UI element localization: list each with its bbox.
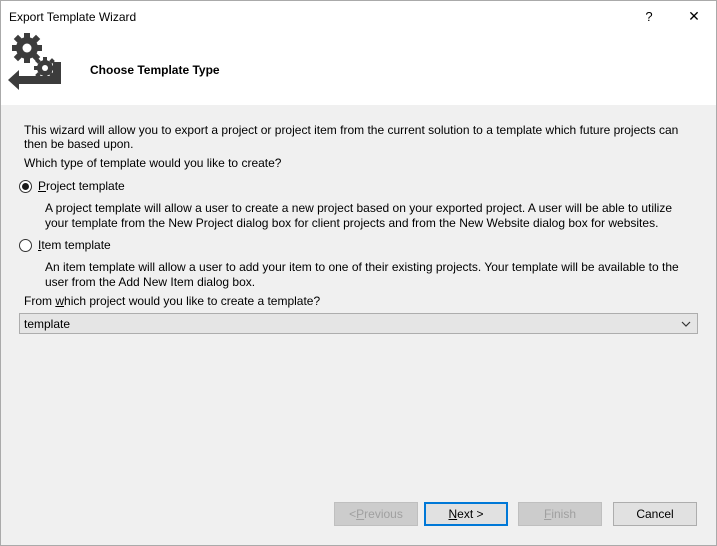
export-template-wizard-window: Export Template Wizard ? ✕ Choose Templa… [0, 0, 717, 546]
close-icon: ✕ [688, 8, 700, 24]
project-template-description-2: your template from the New Project dialo… [45, 216, 659, 230]
page-title: Choose Template Type [90, 63, 220, 77]
close-button[interactable]: ✕ [672, 1, 716, 32]
project-select-dropdown[interactable]: template [19, 313, 698, 334]
project-select-value: template [24, 317, 71, 331]
chevron-down-icon [681, 321, 691, 327]
window-title: Export Template Wizard [9, 10, 137, 24]
wizard-content: This wizard will allow you to export a p… [1, 105, 716, 545]
project-select-label: From which project would you like to cre… [24, 294, 321, 308]
previous-button[interactable]: < Previous [334, 502, 418, 526]
next-button[interactable]: Next > [424, 502, 508, 526]
finish-button[interactable]: Finish [518, 502, 602, 526]
radio-indicator-item[interactable] [19, 238, 32, 252]
project-template-radio[interactable]: Project template [19, 179, 125, 193]
title-bar[interactable]: Export Template Wizard ? ✕ [1, 1, 716, 32]
project-template-label: Project template [38, 179, 125, 193]
item-template-description-1: An item template will allow a user to ad… [45, 260, 679, 274]
template-type-question: Which type of template would you like to… [24, 156, 282, 170]
intro-text-line-1: This wizard will allow you to export a p… [24, 123, 679, 137]
gears-arrow-icon [8, 33, 61, 90]
project-template-description-1: A project template will allow a user to … [45, 201, 673, 215]
cancel-button[interactable]: Cancel [613, 502, 697, 526]
radio-indicator-project[interactable] [19, 179, 32, 193]
help-button[interactable]: ? [627, 1, 671, 32]
wizard-header: Choose Template Type [1, 32, 716, 105]
help-icon: ? [645, 9, 653, 24]
item-template-label: Item template [38, 238, 111, 252]
item-template-description-2: user from the Add New Item dialog box. [45, 275, 256, 289]
intro-text-line-2: then be based upon. [24, 137, 134, 151]
item-template-radio[interactable]: Item template [19, 238, 111, 252]
